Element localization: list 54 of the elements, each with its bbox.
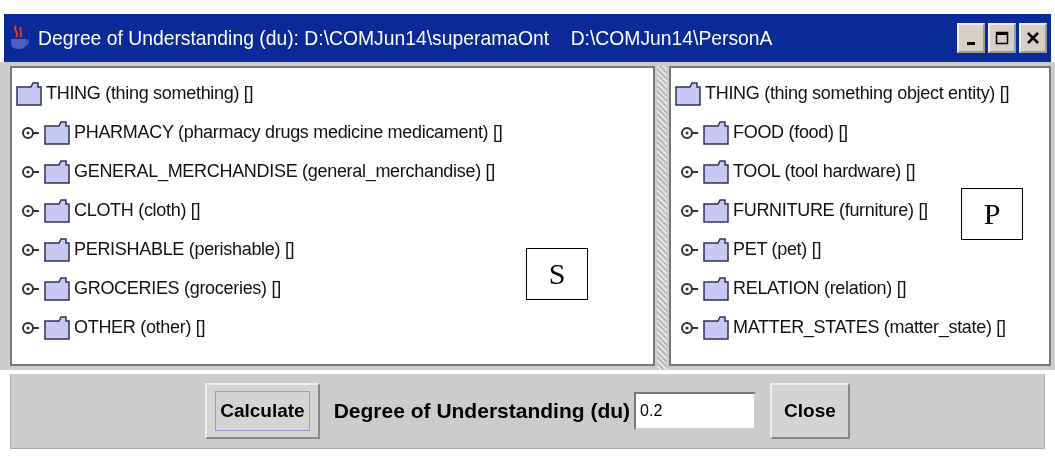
coffee-cup-icon <box>8 24 30 52</box>
collapsed-handle-icon[interactable] <box>22 281 40 296</box>
window-title: Degree of Understanding (du): D:\COMJun14\superamaOnt D:\COMJun14\PersonA <box>38 26 774 50</box>
folder-icon <box>703 276 729 301</box>
folder-icon <box>44 237 70 262</box>
field-label: Degree of Understanding (du) <box>333 399 631 423</box>
collapsed-handle-icon[interactable] <box>681 125 699 140</box>
panel-label: S <box>526 248 588 300</box>
tree-node[interactable]: TOOL (tool hardware) [] <box>733 161 916 182</box>
tree-node[interactable]: OTHER (other) [] <box>74 317 206 338</box>
close-icon <box>1026 31 1040 45</box>
folder-icon <box>44 315 70 340</box>
collapsed-handle-icon[interactable] <box>22 203 40 218</box>
maximize-icon <box>995 31 1009 45</box>
folder-icon <box>44 159 70 184</box>
tree-node[interactable]: THING (thing something object entity) [] <box>705 83 1010 104</box>
maximize-button[interactable] <box>988 23 1016 53</box>
collapsed-handle-icon[interactable] <box>681 242 699 257</box>
input-field[interactable]: 0.2 <box>634 392 757 430</box>
collapsed-handle-icon[interactable] <box>681 164 699 179</box>
folder-icon <box>16 81 42 106</box>
panel-label: P <box>961 188 1023 240</box>
close-button[interactable] <box>1019 23 1047 53</box>
tree-node[interactable]: THING (thing something) [] <box>46 83 254 104</box>
collapsed-handle-icon[interactable] <box>22 242 40 257</box>
tree-node[interactable]: RELATION (relation) [] <box>733 278 907 299</box>
minimize-button[interactable] <box>957 23 985 53</box>
tree-node[interactable]: FOOD (food) [] <box>733 122 848 143</box>
collapsed-handle-icon[interactable] <box>681 281 699 296</box>
minimize-icon <box>967 41 975 45</box>
folder-icon <box>703 120 729 145</box>
folder-icon <box>675 81 701 106</box>
tree-node[interactable]: PET (pet) [] <box>733 239 822 260</box>
folder-icon <box>703 237 729 262</box>
collapsed-handle-icon[interactable] <box>22 320 40 335</box>
folder-icon <box>44 198 70 223</box>
tree-node[interactable]: PHARMACY (pharmacy drugs medicine medicament) [] <box>74 122 503 143</box>
tree-node[interactable]: GROCERIES (groceries) [] <box>74 278 281 299</box>
collapsed-handle-icon[interactable] <box>22 164 40 179</box>
folder-icon <box>44 276 70 301</box>
calculate-button[interactable]: Calculate <box>205 383 320 439</box>
tree-node[interactable]: PERISHABLE (perishable) [] <box>74 239 295 260</box>
folder-icon <box>44 120 70 145</box>
tree-node[interactable]: GENERAL_MERCHANDISE (general_merchandise) [] <box>74 161 495 182</box>
tree-node[interactable]: MATTER_STATES (matter_state) [] <box>733 317 1006 338</box>
collapsed-handle-icon[interactable] <box>22 125 40 140</box>
folder-icon <box>703 315 729 340</box>
folder-icon <box>703 159 729 184</box>
close-button[interactable]: Close <box>770 383 850 439</box>
folder-icon <box>703 198 729 223</box>
tree-node[interactable]: FURNITURE (furniture) [] <box>733 200 928 221</box>
collapsed-handle-icon[interactable] <box>681 203 699 218</box>
tree-node[interactable]: CLOTH (cloth) [] <box>74 200 201 221</box>
collapsed-handle-icon[interactable] <box>681 320 699 335</box>
